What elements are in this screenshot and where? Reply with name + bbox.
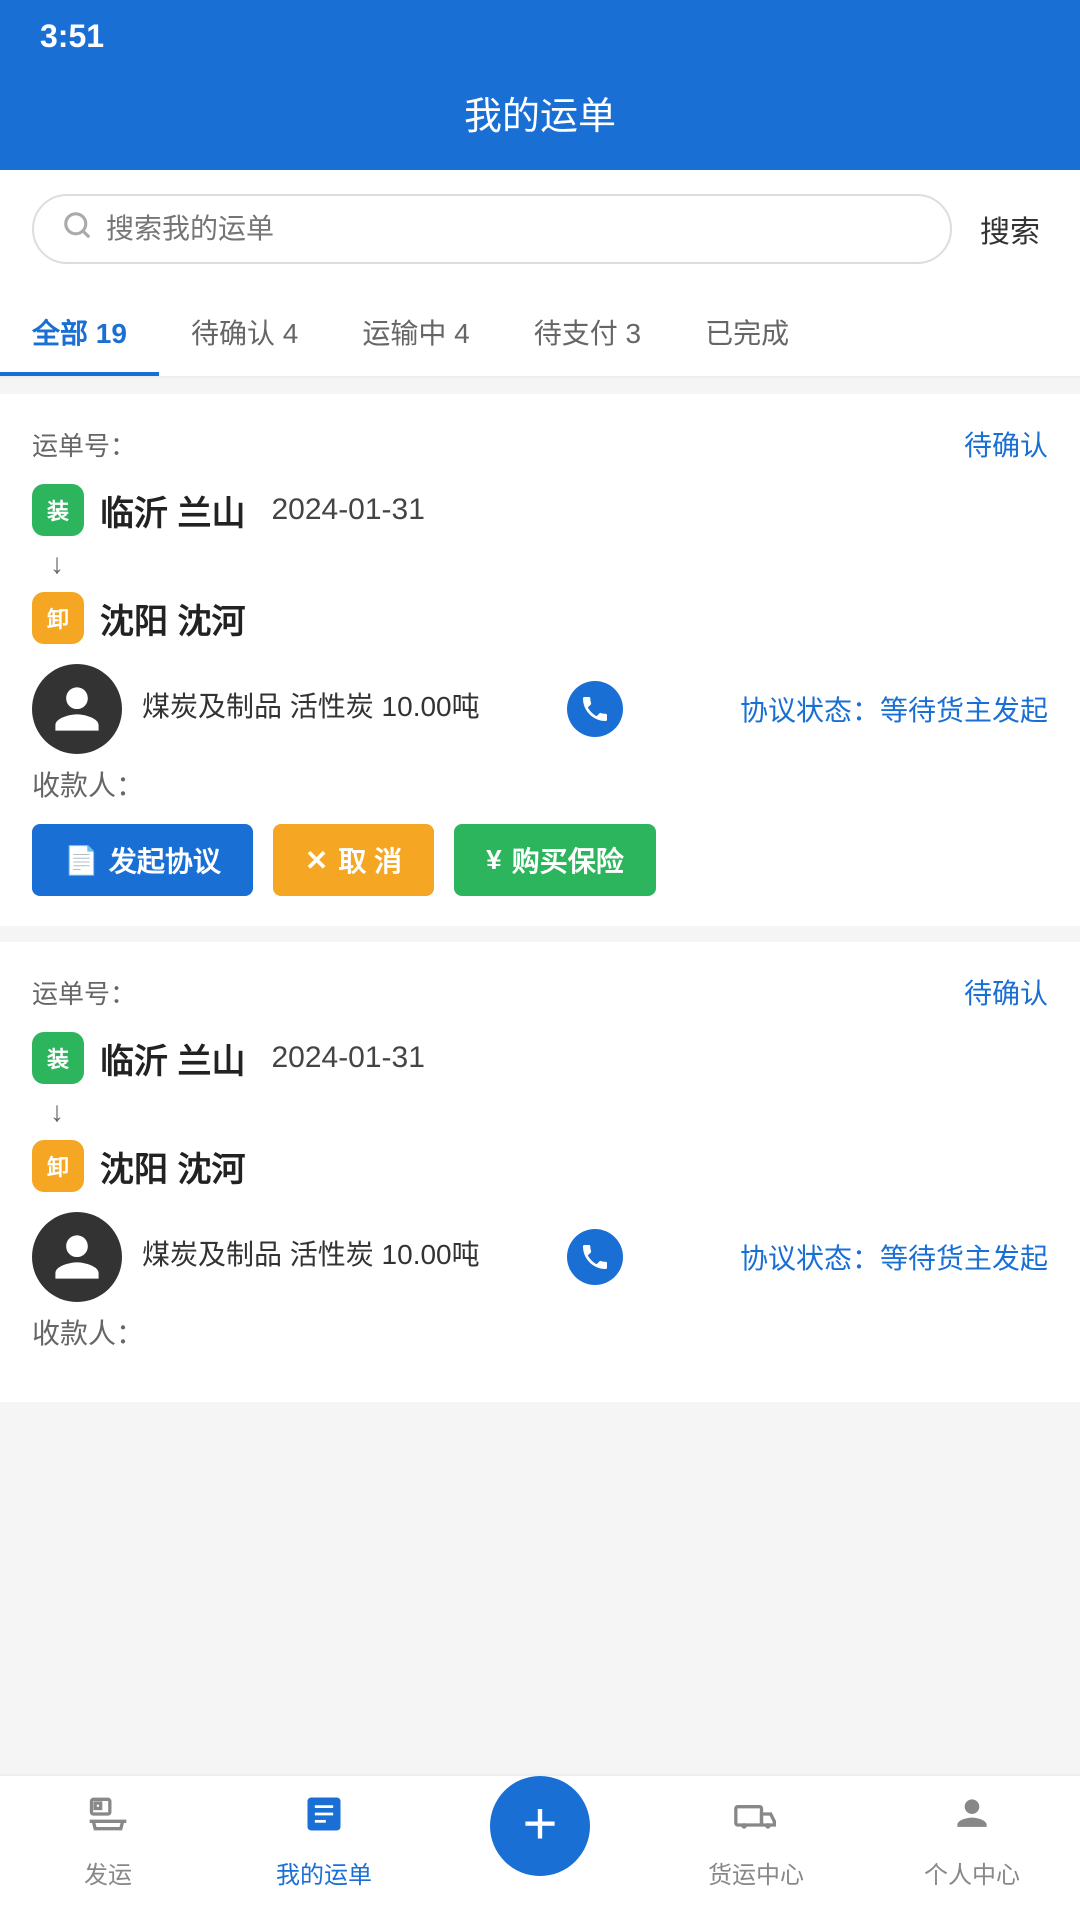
unload-badge-2: 卸 <box>32 1140 84 1192</box>
status-time: 3:51 <box>40 18 104 54</box>
load-city-2: 临沂 兰山 <box>100 1034 245 1083</box>
unload-city-2: 沈阳 沈河 <box>100 1142 245 1191</box>
cargo-info-2: 煤炭及制品 活性炭 10.00吨 <box>142 1233 547 1281</box>
load-date-2: 2024-01-31 <box>271 1041 424 1075</box>
order-status-2: 待确认 <box>964 972 1048 1012</box>
search-input-wrap[interactable] <box>32 194 952 264</box>
nav-ship-label: 发运 <box>84 1855 132 1890</box>
load-city-1: 临沂 兰山 <box>100 486 245 535</box>
search-icon <box>62 210 92 248</box>
status-bar: 3:51 <box>0 0 1080 65</box>
load-badge-1: 装 <box>32 484 84 536</box>
truck-icon <box>734 1792 778 1847</box>
search-input[interactable] <box>106 213 922 245</box>
order-header-1: 运单号： 待确认 <box>32 424 1048 464</box>
tab-transit[interactable]: 运输中 4 <box>330 288 501 376</box>
cargo-type-2: 煤炭及制品 活性炭 10.00吨 <box>142 1233 547 1273</box>
search-button[interactable]: 搜索 <box>972 199 1048 259</box>
route-2: 装 临沂 兰山 2024-01-31 ↓ 卸 沈阳 沈河 <box>32 1032 1048 1192</box>
unload-item-2: 卸 沈阳 沈河 <box>32 1140 1048 1192</box>
cargo-row-1: 煤炭及制品 活性炭 10.00吨 协议状态：等待货主发起 <box>32 664 1048 754</box>
tabs-bar: 全部 19 待确认 4 运输中 4 待支付 3 已完成 <box>0 288 1080 378</box>
phone-button-1[interactable] <box>567 681 623 737</box>
cargo-type-1: 煤炭及制品 活性炭 10.00吨 <box>142 685 547 725</box>
unload-item-1: 卸 沈阳 沈河 <box>32 592 1048 644</box>
nav-freight[interactable]: 货运中心 <box>648 1792 864 1890</box>
cancel-button-1[interactable]: ✕ 取 消 <box>273 824 434 896</box>
route-1: 装 临沂 兰山 2024-01-31 ↓ 卸 沈阳 沈河 <box>32 484 1048 644</box>
unload-badge-1: 卸 <box>32 592 84 644</box>
order-card-2: 运单号： 待确认 装 临沂 兰山 2024-01-31 ↓ 卸 沈阳 沈河 <box>0 942 1080 1402</box>
payee-1: 收款人： <box>32 764 1048 804</box>
nav-freight-label: 货运中心 <box>708 1855 804 1890</box>
avatar-1 <box>32 664 122 754</box>
nav-add[interactable]: + <box>432 1806 648 1876</box>
doc-icon: 📄 <box>64 844 99 877</box>
insurance-button-1[interactable]: ¥ 购买保险 <box>454 824 656 896</box>
bottom-nav: 发运 我的运单 + 货运中心 <box>0 1774 1080 1920</box>
load-item-2: 装 临沂 兰山 2024-01-31 <box>32 1032 1048 1084</box>
nav-orders-label: 我的运单 <box>276 1855 372 1890</box>
order-number-2: 运单号： <box>32 974 136 1011</box>
route-arrow-1: ↓ <box>50 544 1048 584</box>
add-button[interactable]: + <box>490 1776 590 1876</box>
cancel-icon: ✕ <box>305 844 328 877</box>
agreement-status-2: 协议状态：等待货主发起 <box>643 1237 1048 1277</box>
nav-profile-label: 个人中心 <box>924 1855 1020 1890</box>
order-header-2: 运单号： 待确认 <box>32 972 1048 1012</box>
person-icon <box>950 1792 994 1847</box>
agreement-status-1: 协议状态：等待货主发起 <box>643 689 1048 729</box>
tab-pending[interactable]: 待确认 4 <box>159 288 330 376</box>
load-date-1: 2024-01-31 <box>271 493 424 527</box>
nav-orders[interactable]: 我的运单 <box>216 1792 432 1890</box>
list-icon <box>302 1792 346 1847</box>
plus-icon: + <box>522 1794 557 1854</box>
order-number-1: 运单号： <box>32 426 136 463</box>
payee-2: 收款人： <box>32 1312 1048 1352</box>
search-bar: 搜索 <box>0 170 1080 288</box>
agreement-button-1[interactable]: 📄 发起协议 <box>32 824 253 896</box>
action-buttons-1: 📄 发起协议 ✕ 取 消 ¥ 购买保险 <box>32 824 1048 896</box>
ship-icon <box>86 1792 130 1847</box>
phone-button-2[interactable] <box>567 1229 623 1285</box>
tab-payment[interactable]: 待支付 3 <box>502 288 673 376</box>
order-card-1: 运单号： 待确认 装 临沂 兰山 2024-01-31 ↓ 卸 沈阳 沈河 <box>0 394 1080 926</box>
tab-all[interactable]: 全部 19 <box>0 288 159 376</box>
cargo-info-1: 煤炭及制品 活性炭 10.00吨 <box>142 685 547 733</box>
nav-ship[interactable]: 发运 <box>0 1792 216 1890</box>
unload-city-1: 沈阳 沈河 <box>100 594 245 643</box>
route-arrow-2: ↓ <box>50 1092 1048 1132</box>
nav-profile[interactable]: 个人中心 <box>864 1792 1080 1890</box>
cargo-row-2: 煤炭及制品 活性炭 10.00吨 协议状态：等待货主发起 <box>32 1212 1048 1302</box>
yen-icon: ¥ <box>486 844 502 876</box>
load-item-1: 装 临沂 兰山 2024-01-31 <box>32 484 1048 536</box>
order-list: 运单号： 待确认 装 临沂 兰山 2024-01-31 ↓ 卸 沈阳 沈河 <box>0 394 1080 1578</box>
page-title: 我的运单 <box>464 96 616 138</box>
tab-done[interactable]: 已完成 <box>673 288 821 376</box>
page-header: 我的运单 <box>0 65 1080 170</box>
load-badge-2: 装 <box>32 1032 84 1084</box>
avatar-2 <box>32 1212 122 1302</box>
order-status-1: 待确认 <box>964 424 1048 464</box>
